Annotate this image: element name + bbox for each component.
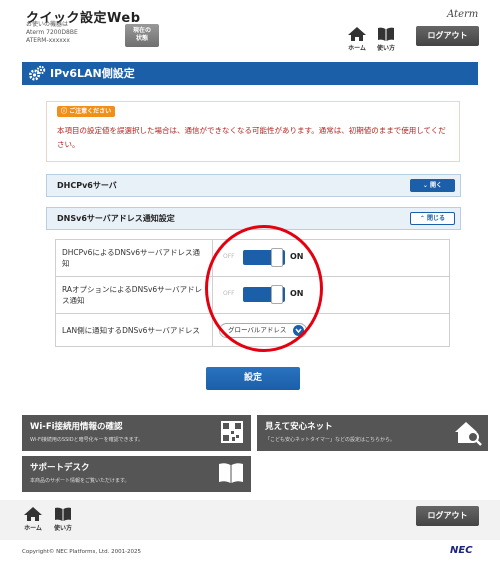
help-label: 使い方 (376, 45, 395, 52)
submit-button[interactable]: 設定 (206, 367, 300, 390)
device-model: Aterm 7200D8BE (26, 29, 78, 36)
setting-label: DHCPv6によるDNSv6サーバアドレス通知 (55, 239, 213, 277)
card-subtitle: Wi-Fi接続用のSSIDと暗号化キーを確認できます。 (30, 437, 144, 443)
status-label-2: 状態 (135, 35, 148, 42)
open-label: 開く (430, 182, 443, 189)
page: { "header": { "app_title": "クイック設定Web", … (0, 0, 500, 569)
status-label-1: 現在の (132, 27, 151, 34)
gear-icon (29, 65, 46, 81)
home-label: ホーム (348, 45, 366, 52)
home-icon (24, 507, 42, 521)
card-subtitle: 本商品のサポート情報をご覧いただけます。 (30, 478, 130, 484)
home-search-icon (455, 422, 482, 446)
footer-home-button[interactable]: ホーム (23, 506, 43, 532)
caution-badge: ⓘ ご注意ください (57, 106, 116, 117)
chevron-down-icon: ⌄ (422, 182, 428, 189)
close-label: 閉じる (427, 215, 446, 222)
footer-logout-button[interactable]: ログアウト (416, 506, 479, 526)
accordion-title: DHCPv6サーバ (57, 181, 117, 190)
qr-code-icon (221, 421, 243, 443)
open-button[interactable]: ⌄ 開く (410, 179, 455, 192)
home-button[interactable]: ホーム (347, 26, 367, 52)
accordion-dhcpv6-server[interactable]: DHCPv6サーバ ⌄ 開く (46, 174, 461, 197)
card-title: 見えて安心ネット (265, 422, 333, 432)
nec-logo: NEC (450, 545, 473, 556)
help-button[interactable]: 使い方 (376, 26, 396, 52)
header: クイック設定Web お使いの機器は Aterm 7200D8BE ATERM-x… (0, 0, 500, 58)
copyright: Copyright© NEC Platforms, Ltd. 2001-2025 (22, 549, 142, 555)
help-label: 使い方 (53, 525, 72, 532)
close-button[interactable]: ⌃ 閉じる (410, 212, 455, 225)
caution-text: 本項目の設定値を誤選択した場合は、通信ができなくなる可能性があります。通常は、初… (57, 126, 446, 149)
card-subtitle: 「こども安心ネットタイマー」などの設定はこちらから。 (265, 437, 396, 443)
home-icon (348, 27, 366, 41)
device-line: お使いの機器は (26, 21, 69, 28)
card-title: Wi-Fi接続用情報の確認 (30, 422, 123, 432)
chevron-up-icon: ⌃ (419, 215, 425, 222)
info-icon: ⓘ (61, 108, 68, 115)
home-label: ホーム (24, 525, 42, 532)
device-ssid: ATERM-xxxxxx (26, 37, 70, 44)
setting-label: LAN側に通知するDNSv6サーバアドレス (55, 313, 213, 347)
book-icon (378, 27, 394, 41)
footer-help-button[interactable]: 使い方 (53, 506, 73, 532)
highlight-circle (205, 225, 323, 352)
wifi-info-card[interactable]: Wi-Fi接続用情報の確認 Wi-Fi接続用のSSIDと暗号化キーを確認できます… (22, 415, 251, 451)
section-header: IPv6LAN側設定 (22, 62, 478, 85)
setting-label: RAオプションによるDNSv6サーバアドレス通知 (55, 276, 213, 314)
logout-button[interactable]: ログアウト (416, 26, 479, 46)
accordion-title: DNSv6サーバアドレス通知設定 (57, 214, 175, 223)
book-icon (219, 463, 243, 483)
caution-box: ⓘ ご注意ください 本項目の設定値を誤選択した場合は、通信ができなくなる可能性が… (46, 101, 460, 162)
safety-net-card[interactable]: 見えて安心ネット 「こども安心ネットタイマー」などの設定はこちらから。 (257, 415, 488, 451)
footer-bar: ホーム 使い方 ログアウト (0, 500, 500, 540)
support-desk-card[interactable]: サポートデスク 本商品のサポート情報をご覧いただけます。 (22, 456, 251, 492)
brand-logo: Aterm (447, 9, 479, 20)
section-title: IPv6LAN側設定 (50, 67, 135, 80)
current-status-button[interactable]: 現在の 状態 (125, 24, 159, 47)
caution-badge-label: ご注意ください (69, 108, 112, 115)
book-icon (55, 507, 71, 521)
card-title: サポートデスク (30, 463, 90, 473)
